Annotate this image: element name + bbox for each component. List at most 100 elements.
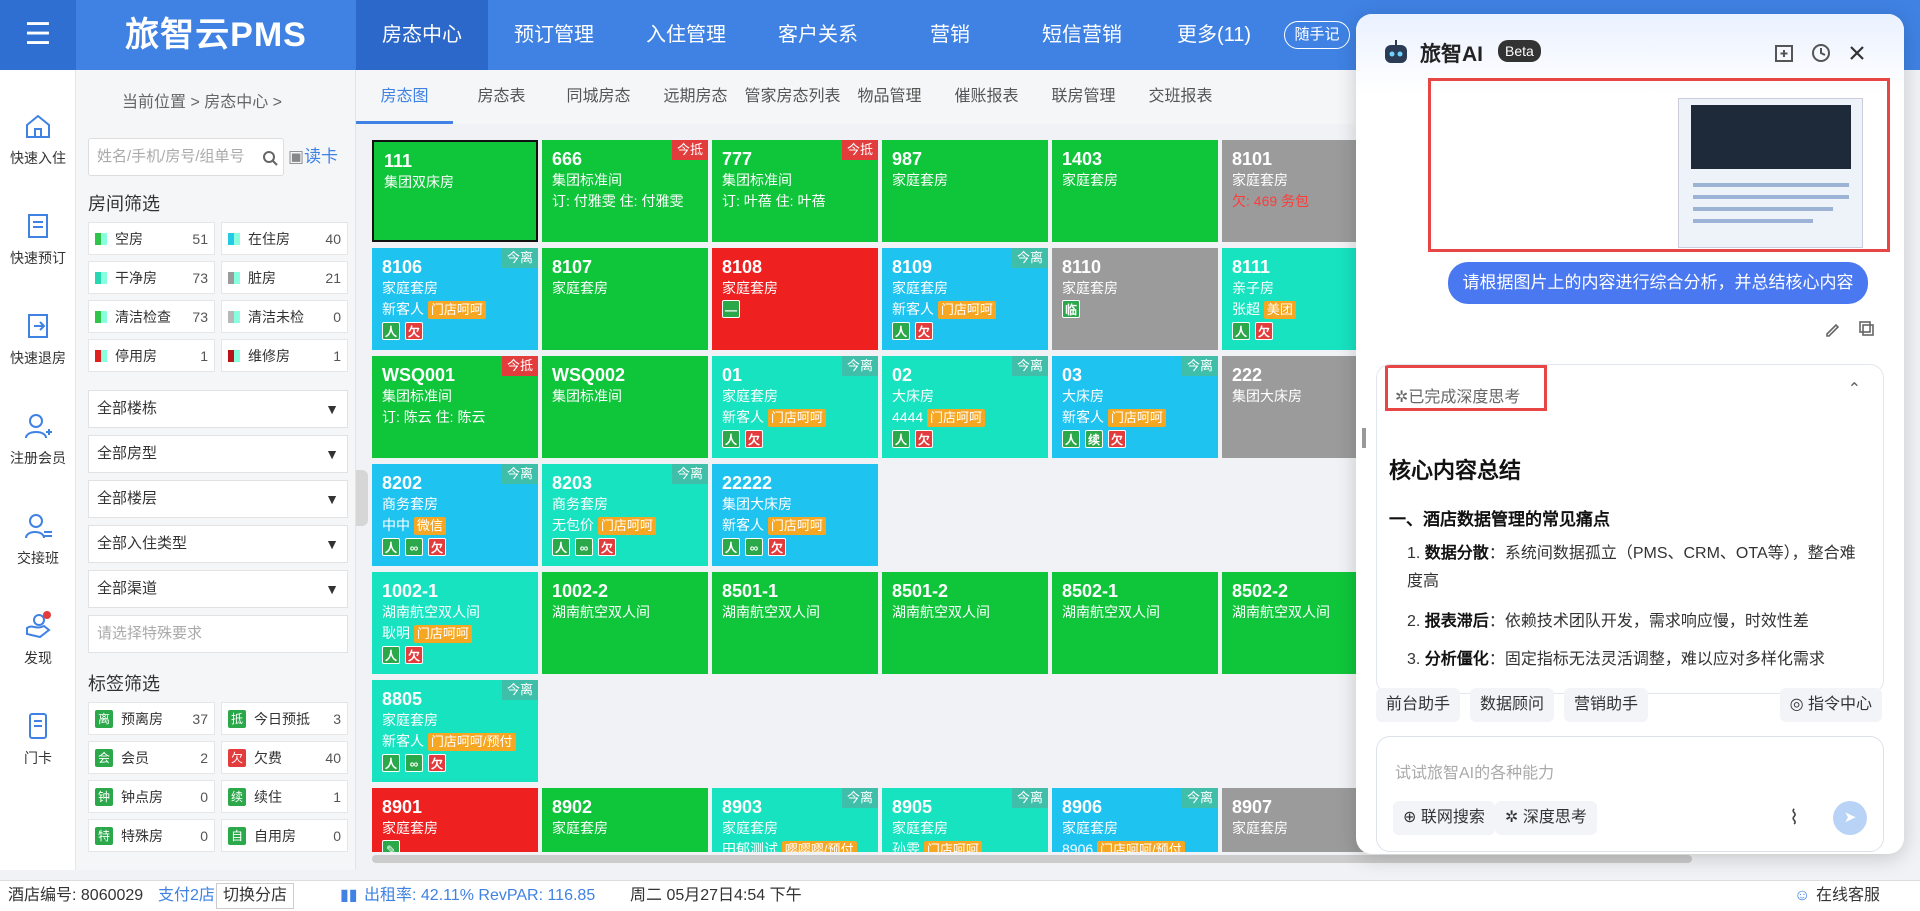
tag-filter-item[interactable]: 会会员 2: [88, 741, 215, 774]
sub-tab[interactable]: 远期房态: [647, 70, 744, 124]
room-card[interactable]: 777 集团标准间 订: 叶蓓 住: 叶蓓 今抵: [712, 140, 878, 242]
room-filter-item[interactable]: 停用房 1: [88, 339, 215, 372]
room-type-select[interactable]: 全部房型 ▼: [88, 435, 348, 473]
rail-register-member[interactable]: 注册会员: [0, 410, 76, 468]
history-icon[interactable]: [1810, 42, 1832, 64]
special-request-select[interactable]: 请选择特殊要求: [88, 615, 348, 653]
room-card[interactable]: 1002-1 湖南航空双人间 耿明 门店呵呵人欠: [372, 572, 538, 674]
web-search-toggle[interactable]: ⊕ 联网搜索: [1393, 801, 1495, 835]
search-input[interactable]: 姓名/手机/房号/组单号: [88, 138, 284, 176]
room-card[interactable]: 8202 商务套房 中中 微信人 ∞ 欠今离: [372, 464, 538, 566]
search-icon[interactable]: [262, 150, 278, 166]
menu-icon[interactable]: ☰: [0, 0, 76, 70]
command-center-button[interactable]: ◎ 指令中心: [1779, 688, 1882, 722]
collapse-panel-handle[interactable]: [356, 470, 368, 526]
room-card[interactable]: 8107 家庭套房: [542, 248, 708, 350]
copy-icon[interactable]: [1858, 320, 1876, 338]
branch-link[interactable]: 支付2店: [158, 881, 215, 911]
room-card[interactable]: 222 集团大床房: [1222, 356, 1372, 458]
room-card[interactable]: 8901 家庭套房 ✎: [372, 788, 538, 852]
room-card[interactable]: 987 家庭套房: [882, 140, 1048, 242]
room-filter-item[interactable]: 清洁检查 73: [88, 300, 215, 333]
room-filter-item[interactable]: 脏房 21: [221, 261, 348, 294]
room-card[interactable]: 1002-2 湖南航空双人间: [542, 572, 708, 674]
sub-tab[interactable]: 联房管理: [1035, 70, 1132, 124]
rail-door-card[interactable]: 门卡: [0, 710, 76, 768]
attached-image-thumbnail[interactable]: [1678, 98, 1863, 248]
tag-filter-item[interactable]: 欠欠费 40: [221, 741, 348, 774]
room-card[interactable]: WSQ001 集团标准间 订: 陈云 住: 陈云 今抵: [372, 356, 538, 458]
chip-marketing[interactable]: 营销助手: [1564, 688, 1649, 722]
nav-reservation[interactable]: 预订管理: [488, 0, 620, 70]
room-card[interactable]: 8110 家庭套房临: [1052, 248, 1218, 350]
room-card[interactable]: 1403 家庭套房: [1052, 140, 1218, 242]
room-card[interactable]: 8109 家庭套房 新客人 门店呵呵人欠今离: [882, 248, 1048, 350]
horizontal-scrollbar[interactable]: [372, 855, 1692, 863]
sub-tab[interactable]: 交班报表: [1132, 70, 1229, 124]
room-card[interactable]: 666 集团标准间 订: 付雅雯 住: 付雅雯 今抵: [542, 140, 708, 242]
chip-front-desk[interactable]: 前台助手: [1376, 688, 1461, 722]
thinking-status[interactable]: ✲已完成深度思考: [1395, 383, 1520, 407]
nav-crm[interactable]: 客户关系: [752, 0, 884, 70]
room-card[interactable]: 8501-2 湖南航空双人间: [882, 572, 1048, 674]
tag-filter-item[interactable]: 自自用房 0: [221, 819, 348, 852]
deep-think-toggle[interactable]: ✲ 深度思考: [1495, 801, 1597, 835]
room-card[interactable]: 8906 家庭套房 8906 门店呵呵/预付 今离: [1052, 788, 1218, 852]
rail-discover[interactable]: 发现: [0, 610, 76, 668]
new-chat-icon[interactable]: [1774, 42, 1796, 64]
channel-select[interactable]: 全部渠道 ▼: [88, 570, 348, 608]
tag-filter-item[interactable]: 特特殊房 0: [88, 819, 215, 852]
room-card[interactable]: 8108 家庭套房 —: [712, 248, 878, 350]
sub-tab[interactable]: 房态表: [453, 70, 550, 124]
room-card[interactable]: 8502-2 湖南航空双人间: [1222, 572, 1372, 674]
sub-tab[interactable]: 管家房态列表: [744, 70, 841, 124]
room-card[interactable]: 8502-1 湖南航空双人间: [1052, 572, 1218, 674]
room-card[interactable]: 8907 家庭套房: [1222, 788, 1372, 852]
room-card[interactable]: 8111 亲子房 张超 美团人欠: [1222, 248, 1372, 350]
rail-quick-checkin[interactable]: 快速入住: [0, 110, 76, 168]
read-card-button[interactable]: ▣读卡: [288, 142, 338, 167]
close-icon[interactable]: [1846, 42, 1868, 64]
attach-icon[interactable]: ⌇: [1789, 805, 1799, 830]
room-filter-item[interactable]: 清洁未检 0: [221, 300, 348, 333]
nav-room-status[interactable]: 房态中心: [356, 0, 488, 70]
quick-note-button[interactable]: 随手记: [1284, 21, 1350, 49]
ai-input-box[interactable]: 试试旅智AI的各种能力 ⊕ 联网搜索 ✲ 深度思考 ⌇ ➤: [1376, 736, 1884, 852]
room-card[interactable]: 111 集团双床房: [372, 140, 538, 242]
room-card[interactable]: 01 家庭套房 新客人 门店呵呵人欠今离: [712, 356, 878, 458]
nav-marketing[interactable]: 营销: [884, 0, 1016, 70]
tag-filter-item[interactable]: 抵今日预抵 3: [221, 702, 348, 735]
room-card[interactable]: 8203 商务套房 无包价 门店呵呵人 ∞ 欠今离: [542, 464, 708, 566]
online-service-link[interactable]: 在线客服: [1816, 881, 1880, 911]
room-filter-item[interactable]: 在住房 40: [221, 222, 348, 255]
sub-tab[interactable]: 催账报表: [938, 70, 1035, 124]
nav-sms[interactable]: 短信营销: [1016, 0, 1148, 70]
room-card[interactable]: WSQ002 集团标准间: [542, 356, 708, 458]
rail-quick-checkout[interactable]: 快速退房: [0, 310, 76, 368]
nav-checkin[interactable]: 入住管理: [620, 0, 752, 70]
edit-icon[interactable]: [1824, 320, 1842, 338]
sub-tab[interactable]: 物品管理: [841, 70, 938, 124]
room-card[interactable]: 8805 家庭套房 新客人 门店呵呵/预付人 ∞ 欠今离: [372, 680, 538, 782]
tag-filter-item[interactable]: 钟钟点房 0: [88, 780, 215, 813]
room-filter-item[interactable]: 干净房 73: [88, 261, 215, 294]
chip-data-advisor[interactable]: 数据顾问: [1470, 688, 1555, 722]
room-card[interactable]: 8106 家庭套房 新客人 门店呵呵人欠今离: [372, 248, 538, 350]
room-card[interactable]: 8902 家庭套房: [542, 788, 708, 852]
room-card[interactable]: 8905 家庭套房 孙雯 门店呵呵 今离: [882, 788, 1048, 852]
switch-branch-button[interactable]: 切换分店: [216, 883, 295, 909]
room-card[interactable]: 02 大床房 4444 门店呵呵人欠今离: [882, 356, 1048, 458]
sub-tab[interactable]: 同城房态: [550, 70, 647, 124]
room-filter-item[interactable]: 维修房 1: [221, 339, 348, 372]
panel-resize-handle[interactable]: [1362, 428, 1366, 448]
room-card[interactable]: 8101 家庭套房 欠: 469 务包: [1222, 140, 1372, 242]
room-card[interactable]: 03 大床房 新客人 门店呵呵人续欠今离: [1052, 356, 1218, 458]
sub-tab[interactable]: 房态图: [356, 70, 453, 124]
chevron-up-icon[interactable]: ⌃: [1848, 379, 1861, 399]
room-card[interactable]: 22222 集团大床房 新客人 门店呵呵人 ∞ 欠: [712, 464, 878, 566]
checkin-type-select[interactable]: 全部入住类型 ▼: [88, 525, 348, 563]
room-card[interactable]: 8501-1 湖南航空双人间: [712, 572, 878, 674]
floor-select[interactable]: 全部楼层 ▼: [88, 480, 348, 518]
room-card[interactable]: 8903 家庭套房 田郁测试 嘤嘤嘤/预付 今离: [712, 788, 878, 852]
tag-filter-item[interactable]: 续续住 1: [221, 780, 348, 813]
